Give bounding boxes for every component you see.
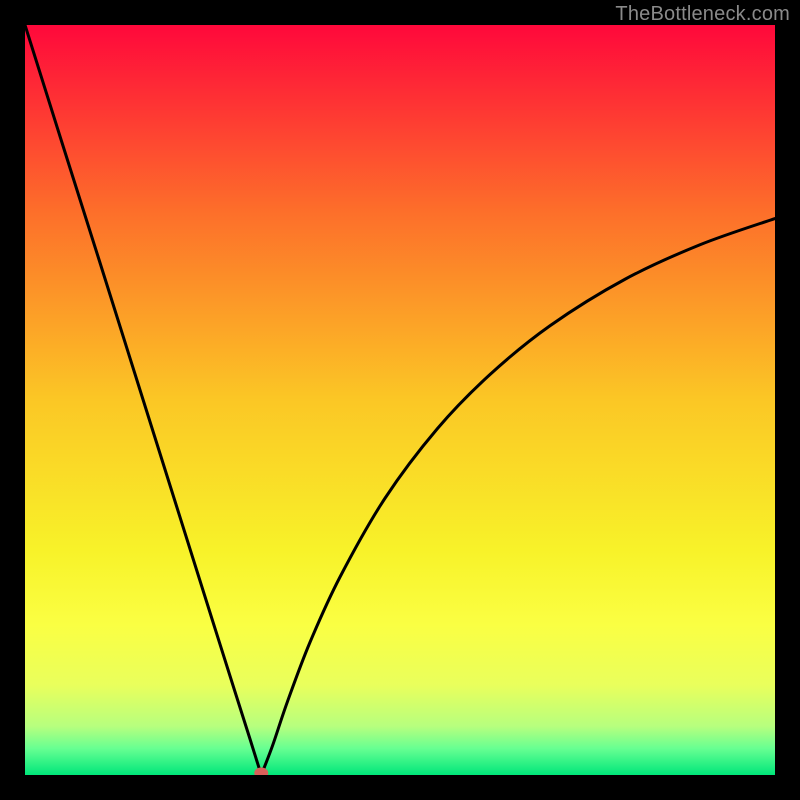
- optimal-point-marker: [254, 768, 268, 776]
- curve-layer: [25, 25, 775, 775]
- bottleneck-curve: [25, 25, 775, 775]
- chart-frame: TheBottleneck.com: [0, 0, 800, 800]
- watermark-text: TheBottleneck.com: [615, 3, 790, 26]
- plot-area: [25, 25, 775, 775]
